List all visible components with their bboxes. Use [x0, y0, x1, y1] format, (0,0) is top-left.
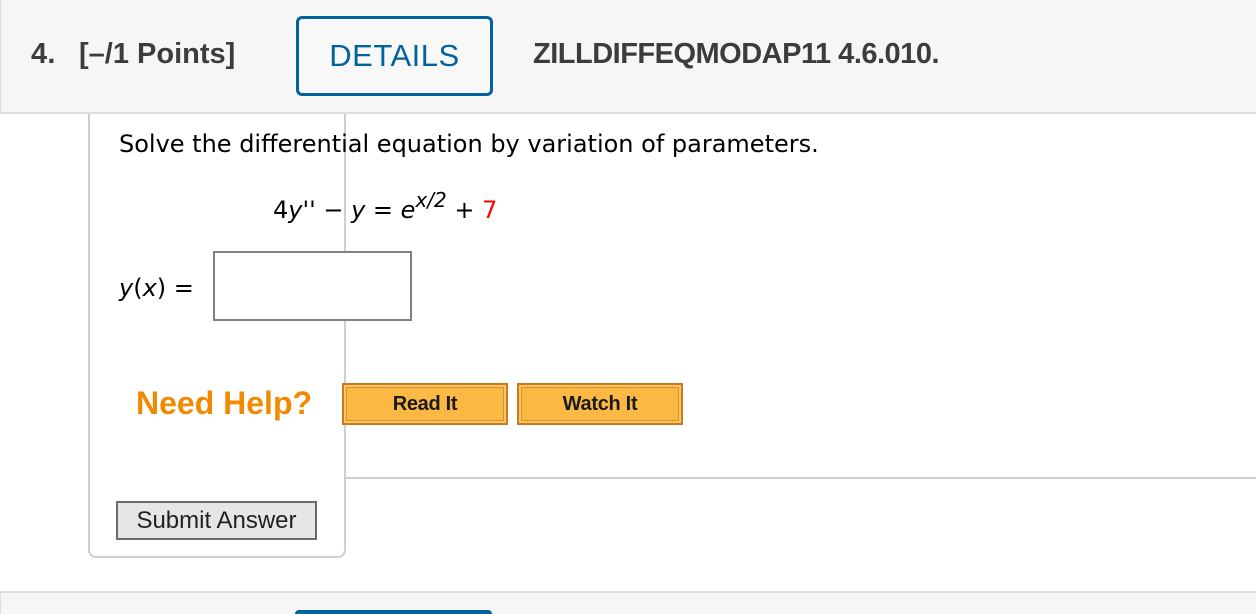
next-details-button[interactable] — [295, 610, 492, 614]
equation-variable: y — [288, 196, 303, 224]
answer-input[interactable] — [213, 251, 412, 321]
equation-base: e — [400, 196, 416, 224]
read-it-button[interactable]: Read It — [342, 383, 508, 425]
question-number: 4. — [31, 38, 56, 70]
equation-equals: = — [365, 196, 401, 224]
answer-label-arg: x — [142, 274, 157, 302]
question-code: ZILLDIFFEQMODAP11 4.6.010. — [533, 38, 940, 70]
equation-minus: − — [315, 196, 352, 224]
equation-prime: '' — [302, 196, 316, 224]
answer-label-close: ) — [156, 274, 167, 302]
submit-answer-button[interactable]: Submit Answer — [116, 501, 317, 540]
answer-label-func: y — [119, 274, 134, 302]
watch-it-button[interactable]: Watch It — [517, 383, 683, 425]
next-question-header — [0, 591, 1256, 614]
equation-coefficient: 4 — [273, 196, 289, 224]
problem-prompt: Solve the differential equation by varia… — [119, 130, 819, 158]
equation-constant: 7 — [482, 196, 498, 224]
equation-exponent: x/2 — [415, 188, 447, 212]
equation-plus: + — [446, 196, 483, 224]
divider — [344, 477, 1256, 479]
equation-variable: y — [351, 196, 366, 224]
answer-label: y(x) = — [119, 274, 194, 302]
details-button[interactable]: DETAILS — [296, 16, 493, 96]
answer-label-equals: = — [166, 274, 194, 302]
answer-label-open: ( — [133, 274, 143, 302]
question-header: 4. [–/1 Points] DETAILS ZILLDIFFEQMODAP1… — [0, 0, 1256, 114]
need-help-label: Need Help? — [136, 385, 313, 421]
differential-equation: 4y'' − y = ex/2 + 7 — [273, 188, 498, 224]
question-points: [–/1 Points] — [79, 38, 236, 70]
question-body-panel — [88, 114, 346, 558]
